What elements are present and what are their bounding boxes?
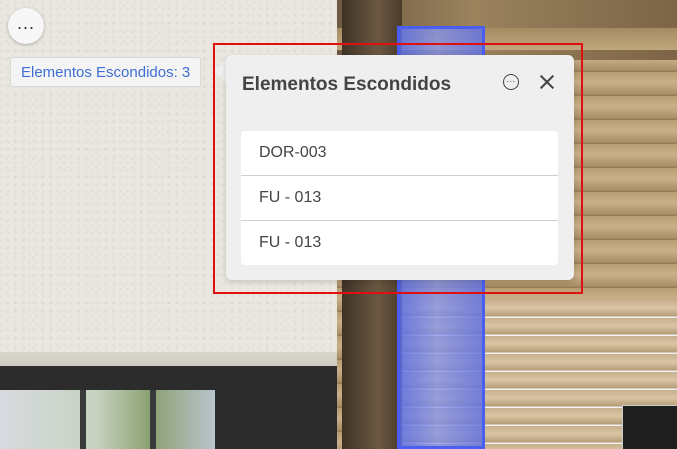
options-icon[interactable]: ... (503, 74, 519, 90)
hidden-elements-list: DOR-003 FU - 013 FU - 013 (241, 131, 558, 265)
hidden-elements-badge[interactable]: Elementos Escondidos: 3 (10, 57, 202, 87)
hidden-elements-panel: Elementos Escondidos ... DOR-003 FU - 01… (226, 55, 574, 280)
list-item[interactable]: DOR-003 (241, 131, 558, 176)
panel-pointer (213, 60, 226, 82)
more-horizontal-icon: ... (16, 13, 35, 33)
options-glyph: ... (506, 74, 516, 84)
window-mullion (80, 390, 86, 449)
wall-edge (0, 352, 337, 366)
panel-title: Elementos Escondidos (242, 74, 452, 95)
list-item[interactable]: FU - 013 (241, 221, 558, 265)
list-item[interactable]: FU - 013 (241, 176, 558, 221)
close-icon[interactable] (536, 71, 558, 93)
dark-object (622, 405, 677, 449)
more-options-button[interactable]: ... (8, 8, 44, 44)
window-mullion (150, 390, 156, 449)
window (0, 390, 215, 449)
